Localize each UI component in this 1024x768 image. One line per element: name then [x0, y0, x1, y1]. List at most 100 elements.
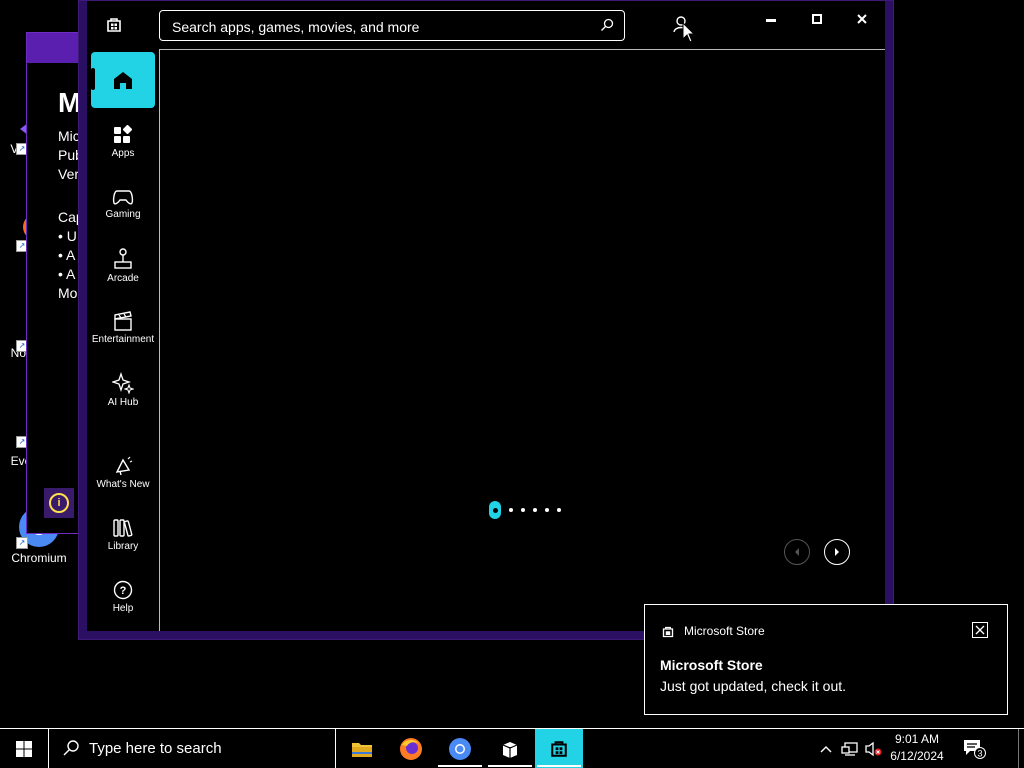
store-content-area — [159, 50, 887, 634]
carousel-previous-button[interactable] — [784, 539, 810, 565]
firefox-icon — [400, 737, 422, 760]
close-button[interactable] — [846, 9, 878, 29]
network-tray-button[interactable] — [839, 729, 861, 768]
minimize-icon — [766, 19, 776, 22]
package-icon — [502, 741, 518, 758]
carousel-pager — [489, 501, 561, 519]
nav-label: Arcade — [107, 273, 139, 284]
clapperboard-icon — [114, 311, 132, 331]
show-hidden-icons-button[interactable] — [815, 729, 837, 768]
info-icon: i — [49, 493, 69, 513]
clock-time: 9:01 AM — [894, 732, 940, 746]
taskbar-search-box[interactable]: Type here to search — [48, 729, 336, 768]
search-icon — [63, 740, 79, 756]
taskbar-firefox[interactable] — [387, 729, 435, 768]
start-button[interactable] — [0, 729, 48, 768]
show-desktop-button[interactable] — [1018, 729, 1024, 768]
carousel-dot-active[interactable] — [489, 501, 501, 519]
home-icon — [114, 72, 132, 89]
background-window-bullet: • A — [58, 266, 76, 282]
shortcut-arrow-icon: ↗ — [16, 537, 28, 549]
active-indicator — [537, 765, 581, 767]
chromium-icon — [449, 737, 471, 760]
nav-label: AI Hub — [107, 397, 139, 408]
notification-count: 3 — [977, 748, 982, 758]
store-logo-icon — [662, 626, 674, 638]
nav-label: Gaming — [105, 209, 141, 220]
taskbar-clock[interactable]: 9:01 AM 6/12/2024 — [886, 731, 948, 765]
taskbar-file-explorer[interactable] — [338, 729, 386, 768]
nav-label: Entertainment — [91, 334, 155, 345]
taskbar-microsoft-store[interactable] — [535, 729, 583, 768]
clock-date: 6/12/2024 — [890, 749, 944, 763]
file-explorer-icon — [352, 742, 372, 757]
carousel-dot[interactable] — [509, 508, 513, 512]
gamepad-icon — [112, 190, 134, 205]
nav-item-gaming[interactable]: Gaming — [91, 188, 155, 220]
nav-label: Help — [112, 603, 134, 614]
toast-body: Just got updated, check it out. — [660, 678, 847, 694]
nav-item-entertainment[interactable]: Entertainment — [91, 311, 155, 345]
minimize-button[interactable] — [755, 9, 787, 29]
chevron-right-icon — [835, 548, 839, 556]
toast-title: Microsoft Store — [660, 657, 763, 673]
store-search-box[interactable] — [159, 10, 625, 42]
sparkle-icon — [112, 372, 134, 394]
close-icon — [975, 625, 985, 635]
background-window-text: Mic — [58, 128, 80, 144]
background-window-bullet: • U — [58, 228, 77, 244]
megaphone-icon — [115, 456, 133, 476]
microsoft-store-window[interactable]: Apps Gaming Arcade Entertainment AI Hub — [78, 0, 894, 640]
maximize-icon — [812, 14, 822, 24]
windows-logo-icon — [16, 740, 32, 757]
toast-close-button[interactable] — [972, 622, 988, 638]
nav-item-home[interactable] — [91, 52, 155, 108]
microsoft-store-icon — [551, 740, 567, 757]
network-icon — [841, 741, 858, 756]
search-input[interactable] — [170, 11, 594, 42]
background-window-text: Mo — [58, 285, 78, 301]
carousel-dot[interactable] — [533, 508, 537, 512]
close-icon — [857, 14, 867, 24]
volume-tray-button[interactable] — [862, 729, 884, 768]
desktop-icon-label: Chromium — [11, 551, 67, 565]
carousel-dot-center — [492, 507, 498, 513]
notification-icon: 3 — [964, 739, 986, 759]
carousel-next-button[interactable] — [824, 539, 850, 565]
toast-app-name: Microsoft Store — [684, 624, 765, 638]
help-icon: ? — [113, 580, 133, 600]
volume-muted-icon — [865, 741, 882, 756]
nav-item-library[interactable]: Library — [91, 518, 155, 552]
action-center-button[interactable]: 3 — [955, 729, 993, 768]
nav-item-apps[interactable]: Apps — [91, 125, 155, 159]
nav-label: What's New — [96, 479, 150, 490]
carousel-dot[interactable] — [545, 508, 549, 512]
background-window-bullet: • A — [58, 247, 76, 263]
nav-item-ai-hub[interactable]: AI Hub — [91, 372, 155, 408]
nav-label: Library — [107, 541, 139, 552]
search-icon[interactable] — [600, 18, 614, 32]
maximize-button[interactable] — [801, 9, 833, 29]
library-icon — [113, 519, 133, 537]
nav-item-arcade[interactable]: Arcade — [91, 248, 155, 284]
running-indicator — [488, 765, 532, 767]
mouse-cursor-icon — [682, 22, 696, 43]
carousel-dot[interactable] — [557, 508, 561, 512]
active-indicator — [91, 68, 95, 90]
toast-notification[interactable]: Microsoft Store Microsoft Store Just got… — [644, 604, 1008, 715]
taskbar-chromium[interactable] — [436, 729, 484, 768]
chevron-left-icon — [795, 548, 799, 556]
nav-item-whats-new[interactable]: What's New — [91, 456, 155, 490]
background-window[interactable]: M Mic Pub Ver Cap • U • A • A Mo i — [26, 32, 86, 534]
apps-icon — [114, 125, 133, 143]
running-indicator — [438, 765, 482, 767]
carousel-dot[interactable] — [521, 508, 525, 512]
taskbar-search-label: Type here to search — [89, 740, 222, 757]
info-button[interactable]: i — [44, 488, 74, 518]
taskbar-package-app[interactable] — [486, 729, 534, 768]
nav-label: Apps — [111, 148, 135, 159]
store-logo-icon — [107, 18, 121, 32]
background-window-titlebar[interactable] — [27, 33, 85, 63]
nav-item-help[interactable]: ? Help — [91, 580, 155, 614]
joystick-icon — [114, 248, 132, 269]
